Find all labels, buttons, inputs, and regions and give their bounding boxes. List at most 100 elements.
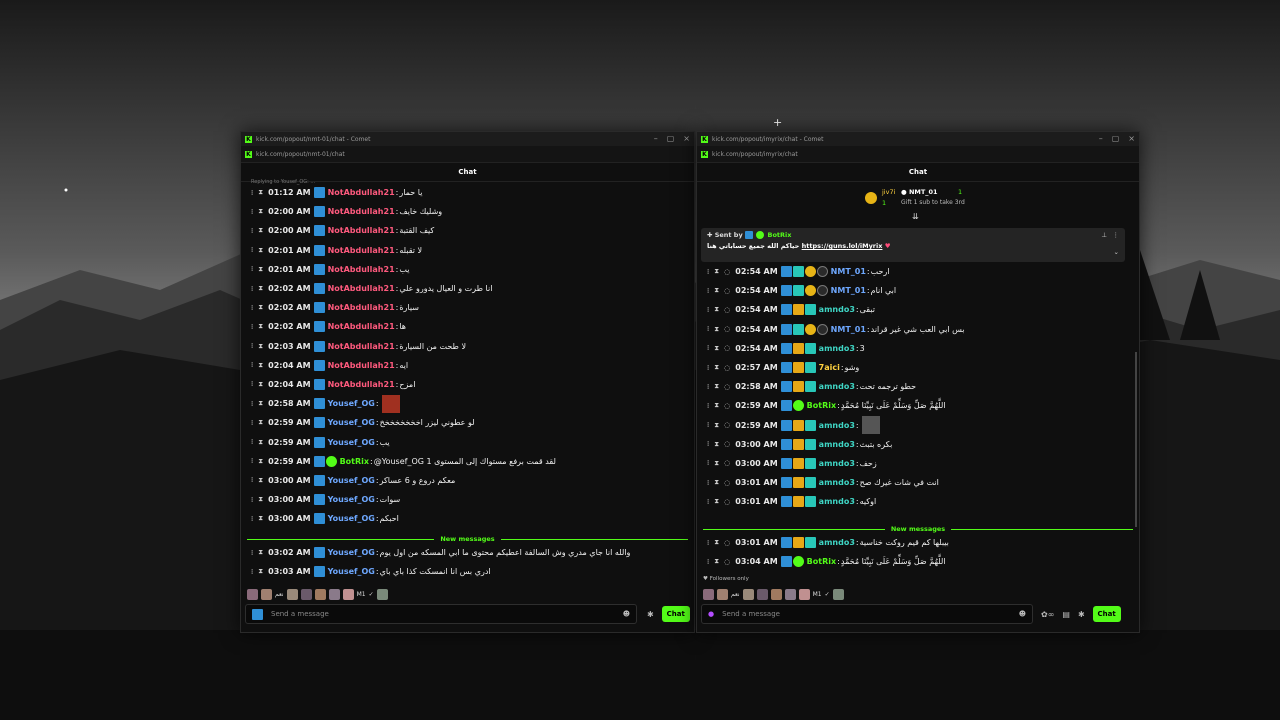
username[interactable]: NotAbdullah21 (328, 322, 395, 331)
shield-icon[interactable]: ◌ (724, 268, 730, 276)
timeout-icon[interactable]: ⧗ (714, 344, 719, 353)
username[interactable]: amndo3 (819, 497, 855, 506)
emote-icon[interactable] (717, 588, 728, 600)
url-bar[interactable]: K kick.com/popout/imyrix/chat (697, 146, 1139, 163)
mod-actions-icon[interactable]: ⁞ (251, 323, 253, 331)
mod-actions-icon[interactable]: ⁞ (251, 549, 253, 557)
timeout-icon[interactable]: ⧗ (258, 476, 263, 485)
emote-bar[interactable]: نعم M1 ✓ (703, 588, 844, 600)
emote-icon[interactable] (261, 588, 272, 600)
maximize-icon[interactable]: ▢ (667, 134, 675, 143)
microphone-icon[interactable]: ● (708, 610, 714, 618)
pin-toggle-icon[interactable]: ⊥ (1101, 231, 1107, 239)
username[interactable]: amndo3 (819, 305, 855, 314)
chat-message[interactable]: ⁞ ⧗ 02:00 AM NotAbdullah21: كيف القتبة (241, 221, 694, 240)
timeout-icon[interactable]: ⧗ (258, 322, 263, 331)
mod-actions-icon[interactable]: ⁞ (251, 208, 253, 216)
check-emote-icon[interactable]: ✓ (825, 591, 830, 598)
chat-message[interactable]: ⁞ ⧗ 03:03 AM Yousef_OG: ادري بس انا انمسكت ك… (241, 562, 694, 581)
timeout-icon[interactable]: ⧗ (258, 457, 263, 466)
emote-icon[interactable] (832, 588, 844, 600)
mod-actions-icon[interactable]: ⁞ (707, 498, 709, 506)
mod-actions-icon[interactable]: ⁞ (251, 265, 253, 273)
chat-message[interactable]: ⁞ ⧗ ◌ 02:54 AM amndo3: تبقى (697, 300, 1139, 319)
timeout-icon[interactable]: ⧗ (258, 548, 263, 557)
username[interactable]: NMT_01 (831, 325, 866, 334)
timeout-icon[interactable]: ⧗ (258, 361, 263, 370)
minimize-icon[interactable]: – (654, 134, 658, 143)
message-input[interactable]: Send a message ☻ (245, 604, 637, 624)
emote-icon[interactable] (770, 588, 782, 600)
timeout-icon[interactable]: ⧗ (258, 514, 263, 523)
scrollbar[interactable] (1135, 352, 1137, 527)
chat-message[interactable]: ⁞ ⧗ 02:59 AM Yousef_OG: يب (241, 432, 694, 451)
shield-icon[interactable]: ◌ (724, 459, 730, 467)
timeout-icon[interactable]: ⧗ (714, 538, 719, 547)
timeout-icon[interactable]: ⧗ (258, 418, 263, 427)
emote-icon[interactable] (314, 588, 326, 600)
username[interactable]: NotAbdullah21 (328, 361, 395, 370)
username[interactable]: Yousef_OG (328, 399, 375, 408)
mod-actions-icon[interactable]: ⁞ (707, 440, 709, 448)
username[interactable]: NMT_01 (831, 286, 866, 295)
emote-icon[interactable] (328, 588, 340, 600)
mod-actions-icon[interactable]: ⁞ (707, 344, 709, 352)
shield-icon[interactable]: ◌ (724, 479, 730, 487)
chat-message[interactable]: ⁞ ⧗ 02:58 AM Yousef_OG: (241, 394, 694, 413)
emote-icon[interactable] (300, 588, 312, 600)
username[interactable]: amndo3 (819, 478, 855, 487)
chat-message[interactable]: ⁞ ⧗ 02:59 AM BotRix: @Yousef_OG لقد قمت برفع… (241, 452, 694, 471)
emote-icon[interactable] (784, 588, 796, 600)
chat-message[interactable]: ⁞ ⧗ 02:04 AM NotAbdullah21: امزح (241, 375, 694, 394)
emote-icon[interactable] (376, 588, 388, 600)
check-emote-icon[interactable]: ✓ (369, 591, 374, 598)
emoji-icon[interactable]: ☻ (623, 610, 630, 618)
timeout-icon[interactable]: ⧗ (714, 557, 719, 566)
timeout-icon[interactable]: ⧗ (714, 286, 719, 295)
mod-actions-icon[interactable]: ⁞ (251, 457, 253, 465)
chat-message[interactable]: ⁞ ⧗ ◌ 03:00 AM amndo3: بكره بتبث (697, 435, 1139, 454)
username[interactable]: NotAbdullah21 (328, 265, 395, 274)
maximize-icon[interactable]: ▢ (1112, 134, 1120, 143)
emote-icon[interactable] (342, 588, 354, 600)
username[interactable]: Yousef_OG (328, 495, 375, 504)
mod-actions-icon[interactable]: ⁞ (707, 421, 709, 429)
username[interactable]: NotAbdullah21 (328, 342, 395, 351)
username[interactable]: amndo3 (819, 459, 855, 468)
chat-message[interactable]: ⁞ ⧗ ◌ 02:54 AM NMT_01: ابي انام (697, 281, 1139, 300)
mod-actions-icon[interactable]: ⁞ (251, 400, 253, 408)
username[interactable]: BotRix (807, 557, 836, 566)
username[interactable]: BotRix (807, 401, 836, 410)
chat-message[interactable]: ⁞ ⧗ ◌ 03:01 AM amndo3: اوكيه (697, 492, 1139, 511)
chat-send-button[interactable]: Chat (661, 606, 690, 622)
chat-send-button[interactable]: Chat (1092, 606, 1121, 622)
mod-actions-icon[interactable]: ⁞ (707, 479, 709, 487)
timeout-icon[interactable]: ⧗ (714, 459, 719, 468)
chat-message[interactable]: ⁞ ⧗ ◌ 02:57 AM 7aici: وشو (697, 358, 1139, 377)
mod-actions-icon[interactable]: ⁞ (707, 268, 709, 276)
message-input[interactable]: ● Send a message ☻ (701, 604, 1033, 624)
shield-icon[interactable]: ◌ (724, 440, 730, 448)
calendar-icon[interactable]: ▤ (1062, 610, 1070, 619)
emote-icon[interactable] (756, 588, 768, 600)
username[interactable]: 7aici (819, 363, 840, 372)
shield-icon[interactable]: ◌ (724, 558, 730, 566)
username[interactable]: amndo3 (819, 440, 855, 449)
shield-icon[interactable]: ◌ (724, 383, 730, 391)
timeout-icon[interactable]: ⧗ (714, 497, 719, 506)
shield-icon[interactable]: ◌ (724, 306, 730, 314)
mod-actions-icon[interactable]: ⁞ (251, 515, 253, 523)
chat-message[interactable]: ⁞ ⧗ 02:02 AM NotAbdullah21: سيارة (241, 298, 694, 317)
chat-message[interactable]: ⁞ ⧗ ◌ 02:54 AM NMT_01: ارحب (697, 262, 1139, 281)
mod-actions-icon[interactable]: ⁞ (251, 568, 253, 576)
mod-actions-icon[interactable]: ⁞ (251, 361, 253, 369)
timeout-icon[interactable]: ⧗ (714, 363, 719, 372)
username[interactable]: amndo3 (819, 382, 855, 391)
mod-actions-icon[interactable]: ⁞ (251, 285, 253, 293)
mod-actions-icon[interactable]: ⁞ (707, 383, 709, 391)
chat-message[interactable]: ⁞ ⧗ ◌ 02:54 AM NMT_01: بس ابي العب شي غير قرا… (697, 320, 1139, 339)
username[interactable]: Yousef_OG (328, 548, 375, 557)
timeout-icon[interactable]: ⧗ (714, 421, 719, 430)
emoji-icon[interactable]: ☻ (1019, 610, 1026, 618)
mod-actions-icon[interactable]: ⁞ (251, 304, 253, 312)
